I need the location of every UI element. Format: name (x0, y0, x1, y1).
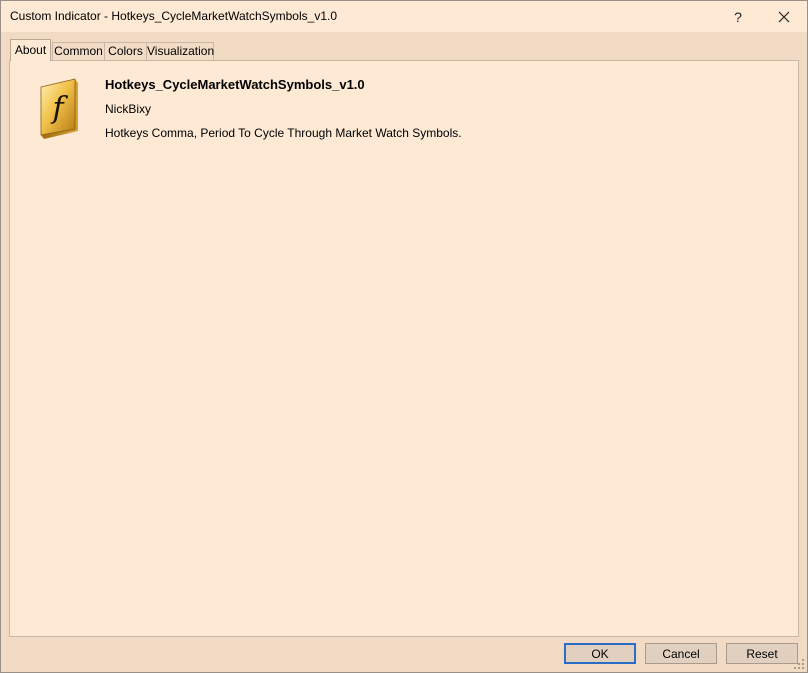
tab-common[interactable]: Common (52, 42, 105, 60)
ok-button[interactable]: OK (564, 643, 636, 664)
tab-strip: About Common Colors Visualization (9, 39, 799, 61)
window-title: Custom Indicator - Hotkeys_CycleMarketWa… (10, 9, 337, 23)
tab-about[interactable]: About (10, 39, 51, 61)
cancel-button[interactable]: Cancel (645, 643, 717, 664)
close-button[interactable] (761, 1, 807, 32)
help-icon: ? (734, 8, 742, 25)
help-button[interactable]: ? (715, 1, 761, 32)
indicator-name: Hotkeys_CycleMarketWatchSymbols_v1.0 (105, 77, 365, 92)
reset-button[interactable]: Reset (726, 643, 798, 664)
custom-indicator-dialog: Custom Indicator - Hotkeys_CycleMarketWa… (0, 0, 808, 673)
resize-grip-icon[interactable] (793, 658, 805, 670)
function-f-icon: f (40, 78, 78, 139)
tab-visualization[interactable]: Visualization (146, 42, 214, 60)
close-icon (778, 11, 790, 22)
indicator-author: NickBixy (105, 102, 152, 116)
title-bar[interactable]: Custom Indicator - Hotkeys_CycleMarketWa… (1, 1, 807, 32)
tab-colors[interactable]: Colors (104, 42, 147, 60)
indicator-description: Hotkeys Comma, Period To Cycle Through M… (105, 126, 462, 140)
about-panel: f Hotkeys_CycleMarketWatchSymbols_v1.0 N… (9, 60, 799, 637)
